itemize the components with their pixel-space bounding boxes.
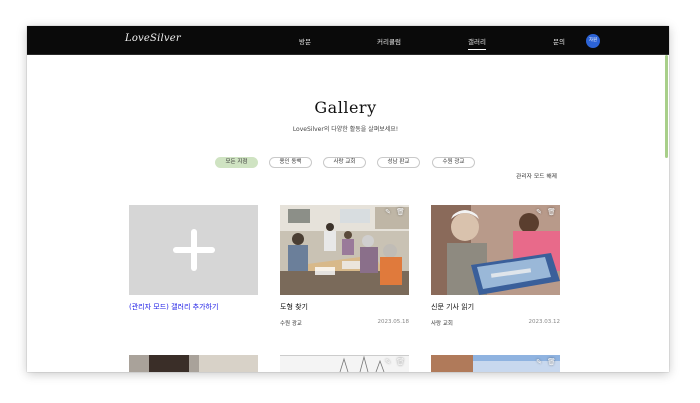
page-title: Gallery [314,98,377,117]
edit-icon[interactable]: ✎ [535,208,543,216]
edit-icon[interactable]: ✎ [384,208,392,216]
user-avatar[interactable]: 자원 [586,34,600,48]
admin-mode-exit-link[interactable]: 관리자 모드 해제 [516,171,557,180]
nav-curriculum[interactable]: 커리큘럼 [377,36,401,46]
gallery-card-location: 수원 광교 [280,321,302,327]
plus-icon [173,229,215,271]
gallery-card-date: 2023.03.12 [528,319,561,325]
filter-suwon-gwanggyo[interactable]: 수원 광교 [432,157,475,168]
add-gallery-link[interactable]: (관리자 모드) 갤러리 추가하기 [129,302,218,312]
scrollbar[interactable] [664,55,669,372]
gallery-card-image[interactable]: ✎ 🗑 [280,205,409,295]
newspaper-photo [431,205,560,295]
logo[interactable]: LoveSilver [125,33,181,44]
gallery-card-image[interactable]: ✎ 🗑 [431,205,560,295]
gallery-card-image[interactable]: ✎ 🗑 [280,355,409,372]
delete-icon[interactable]: 🗑 [396,208,405,216]
add-gallery-placeholder[interactable] [129,205,258,295]
gallery-card-image[interactable]: ✎ 🗑 [431,355,560,372]
gallery-card-location: 사랑 교회 [431,321,453,327]
page-subtitle: LoveSilver의 다양한 활동을 살펴보세요! [292,126,399,133]
nav-contact[interactable]: 문의 [553,36,565,46]
gallery-card-image[interactable] [129,355,258,372]
filter-seongnam-pangyo[interactable]: 성남 판교 [377,157,420,168]
filter-sarang-church[interactable]: 사랑 교회 [323,157,366,168]
nav-visit[interactable]: 방문 [299,36,311,46]
gallery-card-title[interactable]: 도형 찾기 [280,302,308,312]
top-navigation-bar: LoveSilver 방문 커리큘럼 갤러리 문의 자원 [27,26,669,55]
delete-icon[interactable]: 🗑 [547,358,556,366]
delete-icon[interactable]: 🗑 [396,358,405,366]
filter-yongin-dongbaek[interactable]: 용인 동백 [269,157,312,168]
nav-gallery[interactable]: 갤러리 [468,36,486,50]
edit-icon[interactable]: ✎ [535,358,543,366]
gallery-card-date: 2023.05.18 [377,319,410,325]
app-window: LoveSilver 방문 커리큘럼 갤러리 문의 자원 Gallery Lov… [27,26,669,372]
edit-icon[interactable]: ✎ [384,358,392,366]
scrollbar-thumb[interactable] [665,55,668,158]
classroom-photo [280,205,409,295]
filter-all-branches[interactable]: 모든 지점 [215,157,258,168]
gallery-photo [129,355,258,372]
delete-icon[interactable]: 🗑 [547,208,556,216]
gallery-card-title[interactable]: 신문 기사 읽기 [431,302,474,312]
